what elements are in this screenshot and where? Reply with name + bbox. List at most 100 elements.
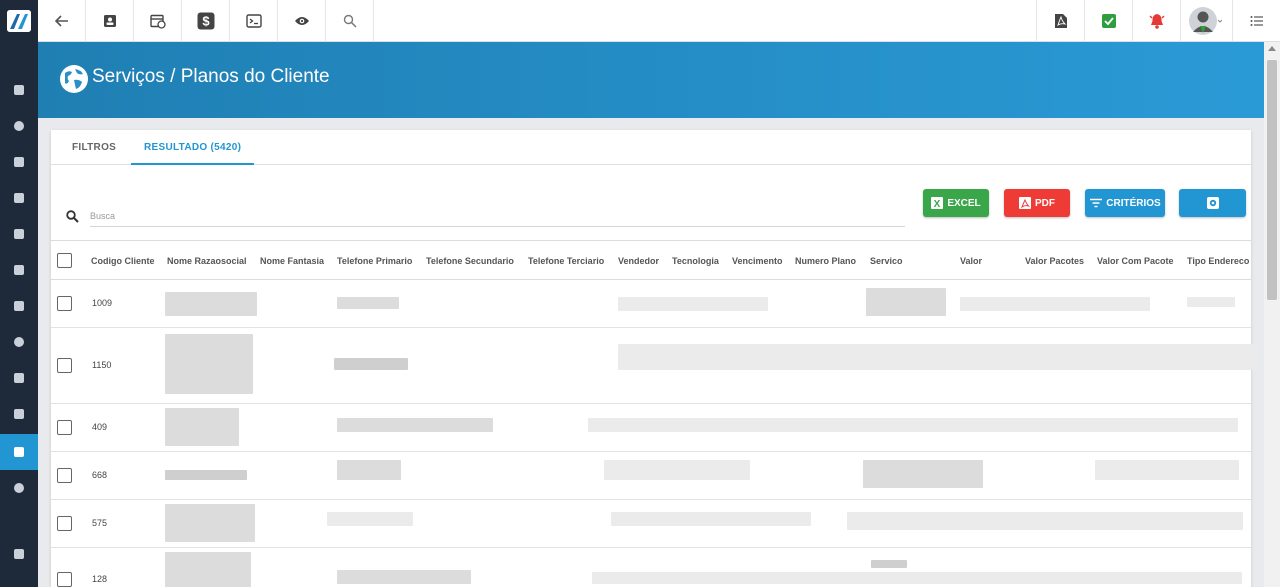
col-valor[interactable]: Valor (960, 241, 982, 281)
sidebar-item-contacts[interactable] (0, 144, 38, 180)
search-button[interactable] (326, 0, 374, 42)
tab-resultado[interactable]: RESULTADO (5420) (131, 130, 255, 165)
redacted-cell (1187, 297, 1235, 307)
col-telefone-terciario[interactable]: Telefone Terciario (528, 241, 604, 281)
redacted-cell (1095, 460, 1239, 480)
redacted-cell (871, 560, 907, 568)
col-tipo-endereco[interactable]: Tipo Endereco (1187, 241, 1249, 281)
vertical-scrollbar[interactable] (1264, 42, 1280, 587)
redacted-cell (165, 470, 247, 480)
select-all-checkbox[interactable] (57, 253, 72, 268)
redacted-cell (611, 512, 811, 526)
alarm-bell-icon (1149, 14, 1164, 29)
redacted-cell (337, 570, 471, 584)
col-vendedor[interactable]: Vendedor (618, 241, 659, 281)
contacts-button[interactable] (86, 0, 134, 42)
col-servico[interactable]: Servico (870, 241, 903, 281)
redacted-cell (165, 504, 255, 542)
redacted-cell (165, 552, 251, 587)
redacted-cell (847, 512, 1243, 530)
contact-card-icon (103, 15, 116, 27)
redacted-cell (604, 460, 750, 480)
pdf-button[interactable]: PDF (1004, 189, 1070, 217)
criterios-button[interactable]: CRITÉRIOS (1085, 189, 1165, 217)
col-codigo-cliente[interactable]: Codigo Cliente (91, 241, 155, 281)
table-row[interactable]: 1150 (51, 328, 1258, 404)
table-row[interactable]: 1009 (51, 280, 1251, 328)
user-menu-button[interactable] (1180, 0, 1228, 42)
redacted-cell (337, 460, 401, 480)
tab-bar: FILTROS RESULTADO (5420) (51, 130, 1251, 165)
pdf-label: PDF (1035, 197, 1055, 209)
excel-button[interactable]: X EXCEL (923, 189, 989, 217)
calendar-clock-icon (149, 14, 166, 29)
sidebar-item-finance[interactable] (0, 288, 38, 324)
sidebar-item-settings[interactable] (0, 470, 38, 506)
table-header: Codigo Cliente Nome Razaosocial Nome Fan… (51, 240, 1251, 280)
row-checkbox[interactable] (57, 468, 72, 483)
col-valor-com-pacote[interactable]: Valor Com Pacote (1097, 241, 1174, 281)
row-checkbox[interactable] (57, 516, 72, 531)
svg-text:X: X (934, 199, 941, 209)
view-button[interactable] (278, 0, 326, 42)
scroll-up-icon[interactable] (1268, 46, 1276, 51)
globe-icon (60, 65, 88, 93)
col-nome-fantasia[interactable]: Nome Fantasia (260, 241, 324, 281)
sidebar-item-network[interactable] (0, 324, 38, 360)
search-input[interactable] (90, 206, 905, 227)
approvals-button[interactable] (1084, 0, 1132, 42)
search-icon (343, 14, 357, 28)
row-checkbox[interactable] (57, 358, 72, 373)
finance-button[interactable]: $ (182, 0, 230, 42)
settings-button[interactable] (1179, 189, 1246, 217)
cell-codigo: 128 (92, 574, 108, 584)
sidebar-item-chart[interactable] (0, 108, 38, 144)
col-tecnologia[interactable]: Tecnologia (672, 241, 719, 281)
row-checkbox[interactable] (57, 296, 72, 311)
user-avatar-icon (1188, 7, 1222, 35)
col-numero-plano[interactable]: Numero Plano (795, 241, 856, 281)
col-telefone-secundario[interactable]: Telefone Secundario (426, 241, 514, 281)
scrollbar-thumb[interactable] (1267, 60, 1277, 300)
pdf-file-icon (1054, 14, 1067, 28)
col-valor-pacotes[interactable]: Valor Pacotes (1025, 241, 1084, 281)
sidebar-item-dashboard[interactable] (0, 72, 38, 108)
terminal-button[interactable] (230, 0, 278, 42)
redacted-cell (337, 418, 493, 432)
alarms-button[interactable] (1132, 0, 1180, 42)
redacted-cell (618, 344, 1258, 370)
document-icon (14, 193, 24, 203)
excel-icon: X (931, 197, 944, 210)
sidebar-item-list[interactable] (0, 396, 38, 432)
sidebar-item-products[interactable] (0, 252, 38, 288)
col-vencimento[interactable]: Vencimento (732, 241, 783, 281)
back-button[interactable] (38, 0, 86, 42)
row-checkbox[interactable] (57, 572, 72, 587)
sidebar-item-reports[interactable] (0, 360, 38, 396)
gear-icon (14, 483, 24, 493)
pie-chart-icon (14, 121, 24, 131)
menu-button[interactable] (1232, 0, 1280, 42)
table-row[interactable]: 668 (51, 452, 1251, 500)
terminal-icon (245, 14, 262, 28)
table-row[interactable]: 409 (51, 404, 1251, 452)
tab-filtros[interactable]: FILTROS (72, 130, 116, 165)
pdf-export-button[interactable] (1036, 0, 1084, 42)
row-checkbox[interactable] (57, 420, 72, 435)
table-row[interactable]: 575 (51, 500, 1251, 548)
sidebar-item-video[interactable] (0, 536, 38, 572)
list-icon (14, 409, 24, 419)
sidebar-item-services[interactable] (0, 434, 38, 470)
criterios-label: CRITÉRIOS (1106, 197, 1161, 209)
sidebar-item-schedule[interactable] (0, 216, 38, 252)
excel-label: EXCEL (947, 197, 981, 209)
app-logo[interactable] (0, 0, 38, 42)
eye-icon (294, 17, 309, 25)
col-telefone-primario[interactable]: Telefone Primario (337, 241, 412, 281)
calendar-clock-icon (14, 229, 24, 239)
logo-icon (7, 10, 31, 32)
sidebar-item-documents[interactable] (0, 180, 38, 216)
schedule-button[interactable] (134, 0, 182, 42)
col-nome-razaosocial[interactable]: Nome Razaosocial (167, 241, 247, 281)
table-row[interactable]: 128 (51, 548, 1251, 587)
